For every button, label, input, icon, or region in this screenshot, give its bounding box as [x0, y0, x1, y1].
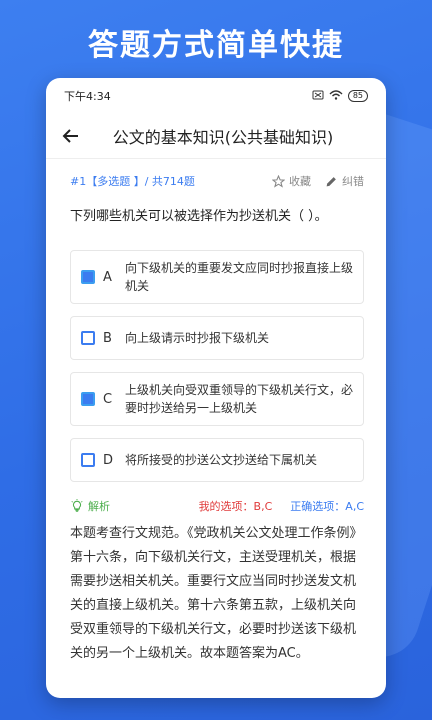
promo-headline: 答题方式简单快捷 [88, 28, 344, 63]
option-letter: B [103, 330, 112, 346]
question-meta: #1【多选题 】/ 共714题 收藏 纠错 [70, 171, 364, 191]
option-letter: A [103, 269, 112, 285]
option-letter: C [103, 391, 113, 407]
star-icon [272, 174, 285, 188]
checkbox-checked[interactable] [81, 392, 95, 406]
answer-summary: 解析 我的选项：B,C 正确选项：A,C [70, 498, 364, 514]
wifi-icon [329, 89, 343, 103]
question-text: 下列哪些机关可以被选择作为抄送机关（ ）。 [70, 209, 328, 224]
analysis-label: 解析 [88, 500, 110, 513]
battery-indicator: 85 [347, 90, 368, 102]
lightbulb-icon [71, 499, 83, 512]
checkbox-unchecked[interactable] [81, 331, 95, 345]
option-c[interactable]: C 上级机关向受双重领导的下级机关行文，必要时抄送给另一上级机关 [70, 372, 364, 426]
status-bar: 下午4:34 85 [46, 78, 386, 114]
correct-answer: 正确选项：A,C [290, 500, 364, 513]
options-list: A 向下级机关的重要发文应同时抄报直接上级机关 B 向上级请示时抄报下级机关 C… [70, 250, 364, 482]
my-answer: 我的选项：B,C [198, 500, 273, 513]
favorite-button[interactable]: 收藏 [272, 173, 311, 189]
analysis-header: 解析 [70, 498, 199, 514]
question-index: #1【多选题 】/ 共714题 [70, 175, 195, 188]
question-content: #1【多选题 】/ 共714题 收藏 纠错 下列哪些机关可以被选择作为抄送机关（… [46, 171, 386, 666]
back-arrow-icon[interactable] [62, 124, 86, 148]
option-text: 向上级请示时抄报下级机关 [125, 331, 270, 345]
option-text: 将所接受的抄送公文抄送给下属机关 [125, 453, 318, 467]
option-text: 上级机关向受双重领导的下级机关行文，必要时抄送给另一上级机关 [125, 383, 354, 415]
option-a[interactable]: A 向下级机关的重要发文应同时抄报直接上级机关 [70, 250, 364, 304]
option-letter: D [103, 452, 114, 468]
report-label: 纠错 [342, 175, 364, 188]
status-icons: 85 [312, 89, 368, 103]
page-title: 公文的基本知识(公共基础知识) [112, 128, 334, 147]
option-text: 向下级机关的重要发文应同时抄报直接上级机关 [125, 261, 354, 293]
option-b[interactable]: B 向上级请示时抄报下级机关 [70, 316, 364, 360]
checkbox-unchecked[interactable] [81, 453, 95, 467]
status-time: 下午4:34 [64, 90, 111, 103]
favorite-label: 收藏 [289, 175, 311, 188]
sim-icon [312, 90, 324, 103]
pencil-icon [326, 176, 336, 186]
explanation-text: 本题考查行文规范。《党政机关公文处理工作条例》第十六条，向下级机关行文，主送受理… [70, 526, 363, 661]
option-d[interactable]: D 将所接受的抄送公文抄送给下属机关 [70, 438, 364, 482]
top-nav-bar: 公文的基本知识(公共基础知识) [46, 114, 386, 159]
checkbox-checked[interactable] [81, 270, 95, 284]
phone-screen: 下午4:34 85 公文的基本知识(公共基础知识) #1【多选题 】/ 共714… [46, 78, 386, 698]
report-error-button[interactable]: 纠错 [325, 173, 364, 189]
